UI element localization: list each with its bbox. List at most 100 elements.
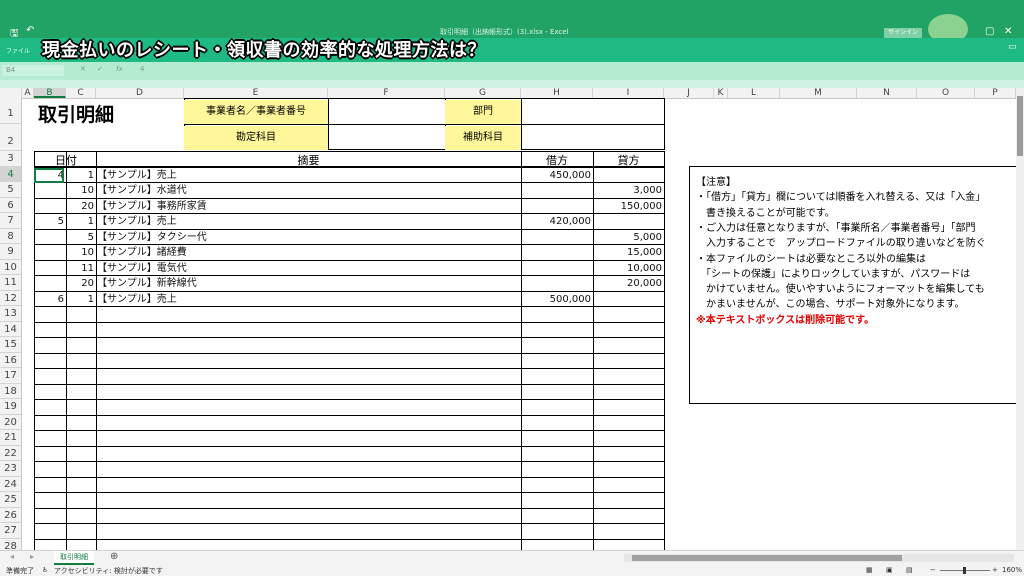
page-layout-icon[interactable]: ▣ bbox=[886, 566, 893, 574]
entry-credit[interactable] bbox=[593, 292, 662, 307]
vertical-scrollbar[interactable] bbox=[1016, 88, 1024, 550]
normal-view-icon[interactable]: ▦ bbox=[866, 566, 873, 574]
restore-icon[interactable]: ▢ bbox=[985, 26, 994, 37]
entry-debit[interactable] bbox=[521, 261, 591, 276]
row-header[interactable]: 16 bbox=[0, 353, 22, 368]
vertical-scroll-thumb[interactable] bbox=[1017, 96, 1023, 156]
column-header[interactable]: L bbox=[728, 88, 780, 98]
entry-debit[interactable]: 450,000 bbox=[521, 168, 591, 183]
column-header[interactable]: K bbox=[714, 88, 728, 98]
entry-month[interactable] bbox=[34, 276, 64, 291]
status-accessibility[interactable]: アクセシビリティ: 検討が必要です bbox=[54, 566, 163, 576]
row-header[interactable]: 2 bbox=[0, 124, 22, 151]
column-header[interactable]: F bbox=[328, 88, 445, 98]
page-break-icon[interactable]: ▤ bbox=[906, 566, 913, 574]
entry-description[interactable]: 【サンプル】事務所家賃 bbox=[97, 199, 517, 214]
row-header[interactable]: 26 bbox=[0, 508, 22, 523]
entry-debit[interactable] bbox=[521, 230, 591, 245]
add-sheet-button[interactable]: ⊕ bbox=[110, 551, 118, 562]
entry-credit[interactable] bbox=[593, 214, 662, 229]
column-header[interactable]: D bbox=[96, 88, 184, 98]
column-header[interactable]: C bbox=[66, 88, 96, 98]
entry-day[interactable]: 20 bbox=[66, 199, 94, 214]
zoom-slider-thumb[interactable] bbox=[963, 567, 966, 574]
column-header[interactable]: H bbox=[521, 88, 593, 98]
row-header[interactable]: 4 bbox=[0, 167, 22, 182]
sheet-tab[interactable]: 取引明細 bbox=[54, 551, 94, 565]
entry-month[interactable] bbox=[34, 245, 64, 260]
sign-in-button[interactable]: サインイン bbox=[884, 28, 922, 38]
entry-month[interactable] bbox=[34, 199, 64, 214]
column-header[interactable]: I bbox=[593, 88, 664, 98]
entry-credit[interactable]: 20,000 bbox=[593, 276, 662, 291]
entry-credit[interactable]: 15,000 bbox=[593, 245, 662, 260]
row-header[interactable]: 20 bbox=[0, 415, 22, 430]
entry-month[interactable] bbox=[34, 230, 64, 245]
row-header[interactable]: 22 bbox=[0, 446, 22, 461]
formula-input[interactable]: 4 bbox=[140, 65, 144, 73]
entry-description[interactable]: 【サンプル】新幹線代 bbox=[97, 276, 517, 291]
entry-debit[interactable] bbox=[521, 183, 591, 198]
entry-credit[interactable]: 10,000 bbox=[593, 261, 662, 276]
entry-day[interactable]: 10 bbox=[66, 183, 94, 198]
comment-icon[interactable]: ▭ bbox=[1008, 42, 1017, 52]
column-header[interactable]: G bbox=[445, 88, 521, 98]
confirm-icon[interactable]: ✓ bbox=[97, 65, 103, 73]
entry-credit[interactable]: 150,000 bbox=[593, 199, 662, 214]
entry-credit[interactable]: 5,000 bbox=[593, 230, 662, 245]
column-header[interactable]: E bbox=[184, 88, 328, 98]
tab-next-icon[interactable]: ▸ bbox=[30, 552, 34, 561]
entry-day[interactable]: 20 bbox=[66, 276, 94, 291]
row-header[interactable]: 13 bbox=[0, 306, 22, 322]
row-header[interactable]: 15 bbox=[0, 337, 22, 353]
column-header[interactable]: B bbox=[34, 88, 66, 98]
column-header[interactable]: N bbox=[857, 88, 917, 98]
row-header[interactable]: 8 bbox=[0, 229, 22, 244]
entry-credit[interactable]: 3,000 bbox=[593, 183, 662, 198]
entry-month[interactable]: 5 bbox=[34, 214, 64, 229]
entry-debit[interactable] bbox=[521, 276, 591, 291]
entry-day[interactable]: 10 bbox=[66, 245, 94, 260]
entry-month[interactable]: 6 bbox=[34, 292, 64, 307]
entry-description[interactable]: 【サンプル】売上 bbox=[97, 292, 517, 307]
row-header[interactable]: 17 bbox=[0, 368, 22, 384]
row-header[interactable]: 3 bbox=[0, 151, 22, 167]
entry-credit[interactable] bbox=[593, 168, 662, 183]
row-header[interactable]: 14 bbox=[0, 322, 22, 337]
name-box[interactable]: B4 bbox=[2, 65, 64, 76]
row-header[interactable]: 21 bbox=[0, 430, 22, 446]
row-header[interactable]: 6 bbox=[0, 198, 22, 213]
menu-file[interactable]: ファイル bbox=[6, 46, 30, 55]
entry-day[interactable]: 1 bbox=[66, 168, 94, 183]
entry-day[interactable]: 5 bbox=[66, 230, 94, 245]
entry-description[interactable]: 【サンプル】電気代 bbox=[97, 261, 517, 276]
row-header[interactable]: 25 bbox=[0, 492, 22, 508]
column-header[interactable]: O bbox=[917, 88, 975, 98]
row-header[interactable]: 18 bbox=[0, 384, 22, 399]
cancel-icon[interactable]: ✕ bbox=[80, 65, 86, 73]
entry-day[interactable]: 1 bbox=[66, 292, 94, 307]
row-header[interactable]: 27 bbox=[0, 523, 22, 539]
row-header[interactable]: 10 bbox=[0, 260, 22, 275]
entry-description[interactable]: 【サンプル】売上 bbox=[97, 214, 517, 229]
entry-debit[interactable]: 420,000 bbox=[521, 214, 591, 229]
row-header[interactable]: 12 bbox=[0, 291, 22, 306]
entry-day[interactable]: 1 bbox=[66, 214, 94, 229]
column-header[interactable]: A bbox=[22, 88, 34, 98]
horizontal-scroll-thumb[interactable] bbox=[632, 555, 902, 561]
horizontal-scrollbar[interactable] bbox=[624, 554, 1014, 562]
entry-day[interactable]: 11 bbox=[66, 261, 94, 276]
row-header[interactable]: 24 bbox=[0, 477, 22, 492]
tab-prev-icon[interactable]: ◂ bbox=[10, 552, 14, 561]
entry-description[interactable]: 【サンプル】水道代 bbox=[97, 183, 517, 198]
entry-debit[interactable]: 500,000 bbox=[521, 292, 591, 307]
row-header[interactable]: 19 bbox=[0, 399, 22, 415]
entry-debit[interactable] bbox=[521, 199, 591, 214]
zoom-out-icon[interactable]: − bbox=[930, 566, 936, 574]
note-textbox[interactable]: 【注意】 ・「借方」「貸方」欄については順番を入れ替える、又は「入金」 書き換える… bbox=[689, 166, 1024, 404]
function-icon[interactable]: fx bbox=[116, 65, 123, 73]
column-header[interactable]: M bbox=[780, 88, 857, 98]
zoom-in-icon[interactable]: + bbox=[992, 566, 998, 574]
entry-month[interactable] bbox=[34, 183, 64, 198]
row-header[interactable]: 7 bbox=[0, 213, 22, 229]
